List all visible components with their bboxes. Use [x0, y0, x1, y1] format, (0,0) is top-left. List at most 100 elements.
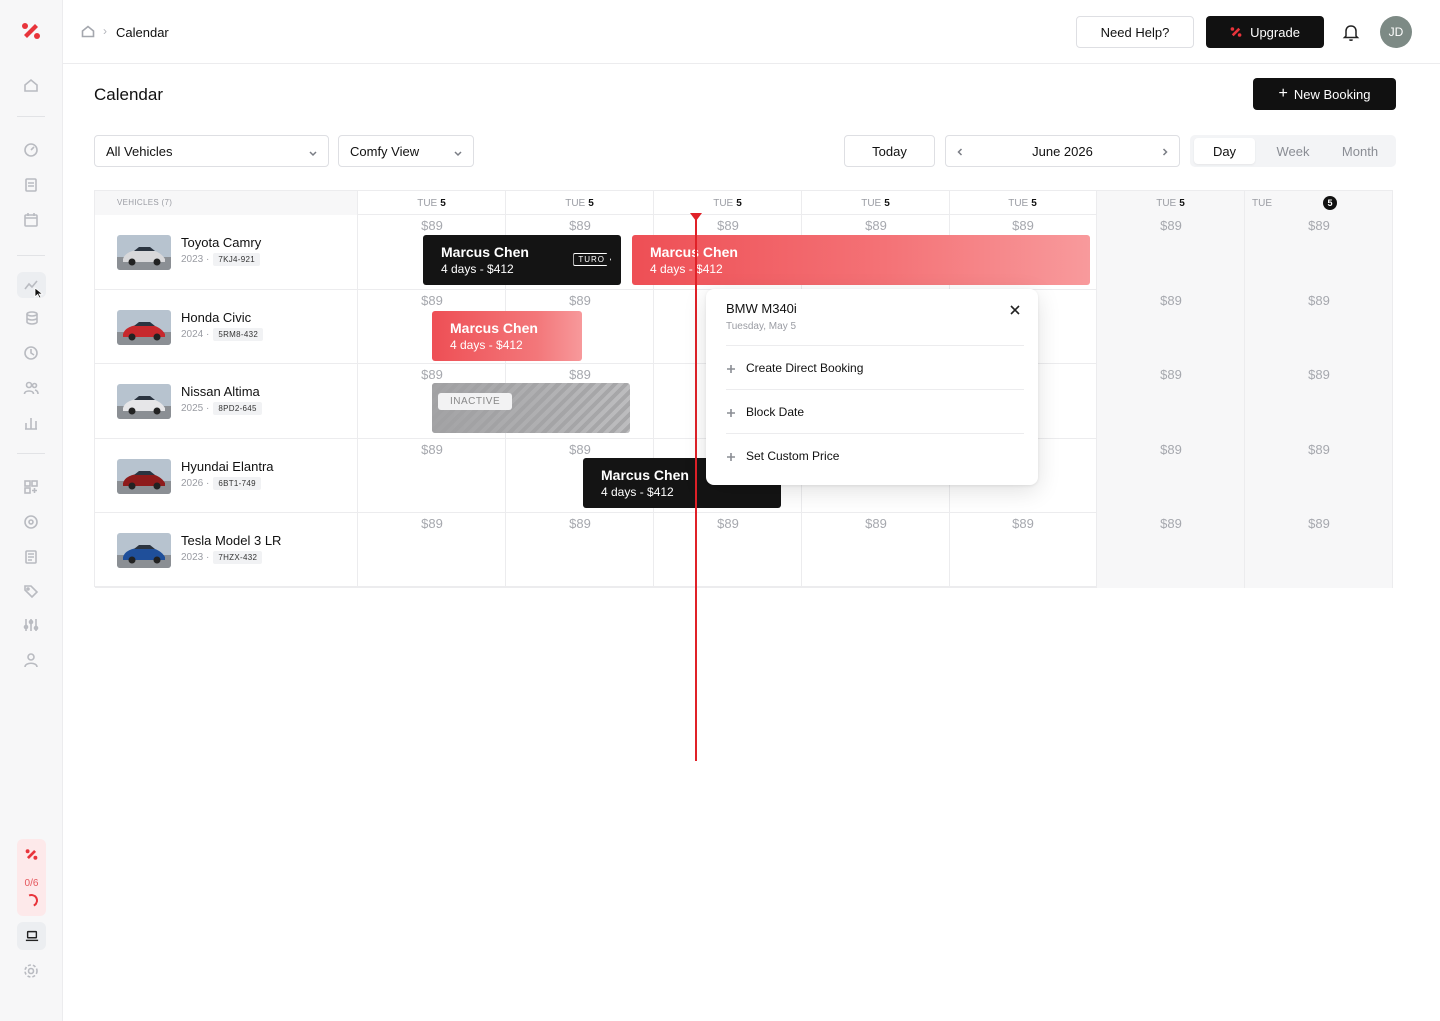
day-cell[interactable]: $89	[506, 513, 654, 588]
block-date-item[interactable]: Block Date	[726, 389, 1024, 433]
vehicle-year: 2026 ·	[181, 477, 210, 489]
vehicle-cell[interactable]: Honda Civic 2024 · 5RM8-432	[95, 289, 358, 364]
action-label: Create Direct Booking	[746, 360, 864, 375]
view-select-value: Comfy View	[350, 143, 420, 159]
apps-icon[interactable]	[21, 477, 41, 497]
today-button[interactable]: Today	[844, 135, 935, 167]
license-plate: 5RM8-432	[213, 327, 264, 341]
brand-logo[interactable]	[21, 21, 41, 41]
vehicles-select-value: All Vehicles	[106, 143, 173, 159]
chevron-right-icon[interactable]	[1159, 145, 1171, 157]
users-icon[interactable]	[21, 378, 41, 398]
history-icon[interactable]	[21, 343, 41, 363]
day-number: 5	[884, 197, 890, 209]
day-price: $89	[717, 218, 739, 233]
settings-icon[interactable]	[21, 961, 41, 981]
day-cell[interactable]: $89	[1245, 438, 1393, 513]
vehicle-name: Toyota Camry	[181, 235, 262, 250]
day-cell[interactable]: $89	[1097, 215, 1245, 290]
vehicle-year: 2024 ·	[181, 328, 210, 340]
help-button[interactable]: Need Help?	[1076, 16, 1194, 48]
sliders-icon[interactable]	[21, 615, 41, 635]
vehicle-thumbnail	[117, 384, 171, 419]
day-cell[interactable]: $89	[949, 513, 1097, 588]
calendar-icon[interactable]	[21, 210, 41, 230]
dashboard-icon[interactable]	[21, 140, 41, 160]
vehicle-cell[interactable]: Hyundai Elantra 2026 · 6BT1-749	[95, 438, 358, 513]
day-header: TUE 5	[949, 191, 1097, 215]
payments-icon[interactable]	[21, 308, 41, 328]
vehicle-cell[interactable]: Nissan Altima 2025 · 8PD2-645	[95, 364, 358, 439]
view-mode-month[interactable]: Month	[1328, 138, 1392, 164]
day-cell[interactable]: $89	[1097, 438, 1245, 513]
usage-widget[interactable]: 0/6	[17, 839, 46, 916]
vehicle-name: Tesla Model 3 LR	[181, 533, 282, 548]
close-icon[interactable]	[1008, 303, 1022, 317]
day-price: $89	[865, 218, 887, 233]
documents-icon[interactable]	[21, 175, 41, 195]
day-number: 5	[1323, 196, 1337, 210]
reports-icon[interactable]	[21, 413, 41, 433]
license-plate: 6BT1-749	[213, 476, 261, 490]
home-icon[interactable]	[21, 75, 41, 95]
location-icon[interactable]	[21, 512, 41, 532]
day-price: $89	[1160, 218, 1182, 233]
tags-icon[interactable]	[21, 581, 41, 601]
avatar[interactable]: JD	[1380, 16, 1412, 48]
profile-icon[interactable]	[21, 650, 41, 670]
topbar: › Calendar Need Help? Upgrade JD	[63, 0, 1440, 64]
vehicle-meta: 2025 · 8PD2-645	[181, 402, 262, 415]
upgrade-button[interactable]: Upgrade	[1206, 16, 1324, 48]
day-cell[interactable]: $89	[1097, 513, 1245, 588]
popover-date: Tuesday, May 5	[726, 321, 797, 332]
booking-block[interactable]: Marcus Chen 4 days - $412 TURO	[423, 235, 621, 285]
home-icon[interactable]	[81, 24, 95, 38]
day-header: TUE 5	[654, 191, 802, 215]
day-of-week: TUE	[713, 197, 734, 209]
day-of-week: TUE	[1008, 197, 1029, 209]
new-booking-button[interactable]: + New Booking	[1253, 78, 1396, 110]
laptop-icon[interactable]	[17, 922, 46, 950]
day-price: $89	[421, 441, 443, 457]
day-cell[interactable]: $89	[1097, 364, 1245, 439]
vehicle-cell[interactable]: Toyota Camry 2023 · 7KJ4-921	[95, 215, 358, 290]
day-cell[interactable]: $89	[1245, 289, 1393, 364]
day-header: TUE 5	[1097, 191, 1245, 215]
day-cell[interactable]: $89	[654, 513, 802, 588]
vehicle-cell[interactable]: Tesla Model 3 LR 2023 · 7HZX-432	[95, 513, 358, 588]
day-price: $89	[421, 218, 443, 233]
view-select[interactable]: Comfy View	[338, 135, 474, 167]
set-custom-price-item[interactable]: Set Custom Price	[726, 433, 1024, 477]
inactive-block[interactable]: INACTIVE	[432, 383, 630, 433]
booking-guest: Marcus Chen	[450, 320, 538, 336]
day-price: $89	[421, 516, 443, 531]
day-price: $89	[717, 516, 739, 531]
vehicles-select[interactable]: All Vehicles	[94, 135, 329, 167]
vehicle-meta: 2026 · 6BT1-749	[181, 476, 261, 490]
day-cell[interactable]: $89	[1245, 364, 1393, 439]
day-cell[interactable]: $89	[1245, 215, 1393, 290]
day-header: TUE 5	[506, 191, 654, 215]
day-cell[interactable]: $89	[358, 438, 506, 513]
day-cell[interactable]: $89	[358, 513, 506, 588]
day-price: $89	[421, 292, 443, 308]
view-mode-week[interactable]: Week	[1262, 138, 1324, 164]
notes-icon[interactable]	[21, 547, 41, 567]
booking-block[interactable]: Marcus Chen 4 days - $412	[632, 235, 1090, 285]
bell-icon[interactable]	[1341, 22, 1361, 42]
day-price: $89	[1160, 367, 1182, 382]
vehicle-thumbnail	[117, 235, 171, 270]
action-label: Set Custom Price	[746, 448, 840, 463]
day-cell[interactable]: $89	[1097, 289, 1245, 364]
current-time-line	[695, 214, 697, 761]
vehicle-thumbnail	[117, 533, 171, 568]
day-number: 5	[1179, 197, 1185, 209]
booking-block[interactable]: Marcus Chen 4 days - $412	[432, 311, 582, 361]
brand-mini-logo	[25, 849, 38, 860]
day-cell[interactable]: $89	[1245, 513, 1393, 588]
view-mode-day[interactable]: Day	[1194, 138, 1255, 164]
vehicle-name: Hyundai Elantra	[181, 458, 274, 474]
vehicle-thumbnail	[117, 458, 171, 494]
day-cell[interactable]: $89	[802, 513, 950, 588]
create-direct-booking-item[interactable]: Create Direct Booking	[726, 345, 1024, 389]
